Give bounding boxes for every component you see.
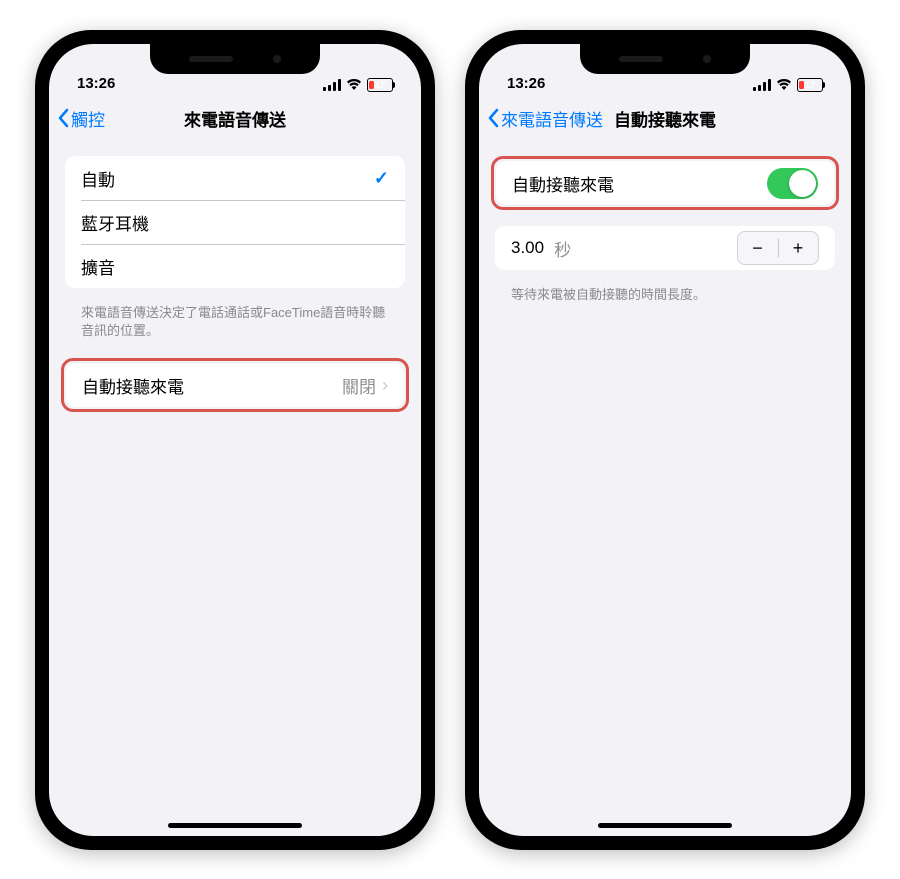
- row-value: 關閉: [342, 373, 376, 398]
- delay-footer: 等待來電被自動接聽的時間長度。: [479, 280, 851, 322]
- row-label: 自動接聽來電: [82, 373, 342, 398]
- highlight-box: 自動接聽來電: [491, 156, 839, 210]
- row-label: 自動接聽來電: [512, 171, 767, 196]
- highlight-box: 自動接聽來電 關閉 ›: [61, 358, 409, 412]
- delay-value: 3.00: [511, 238, 544, 258]
- screen-right: 13:26 17 來電語音傳送: [479, 44, 851, 836]
- wifi-icon: [346, 79, 362, 91]
- chevron-left-icon: [487, 108, 499, 128]
- notch: [580, 44, 750, 74]
- stepper-minus-button[interactable]: −: [738, 232, 778, 264]
- stepper: − +: [737, 231, 820, 265]
- delay-row: 3.00 秒 − +: [495, 226, 835, 270]
- phone-frame-right: 13:26 17 來電語音傳送: [465, 30, 865, 850]
- chevron-left-icon: [57, 108, 69, 128]
- option-label: 擴音: [81, 254, 389, 279]
- back-label: 觸控: [71, 106, 105, 131]
- status-right: 17: [753, 78, 823, 92]
- home-indicator[interactable]: [168, 823, 302, 828]
- option-label: 自動: [81, 166, 374, 191]
- status-right: 17: [323, 78, 393, 92]
- option-auto[interactable]: 自動 ✓: [65, 156, 405, 200]
- toggle-knob: [789, 170, 816, 197]
- content: 自動 ✓ 藍牙耳機 擴音 來電語音傳送決定了電話通話或FaceTime語音時聆聽…: [49, 140, 421, 836]
- cellular-signal-icon: [753, 79, 771, 91]
- battery-icon: 17: [367, 78, 393, 92]
- nav-bar: 觸控 來電語音傳送: [49, 96, 421, 140]
- status-time: 13:26: [507, 75, 545, 92]
- option-bluetooth[interactable]: 藍牙耳機: [65, 200, 405, 244]
- auto-answer-row[interactable]: 自動接聽來電 關閉 ›: [66, 363, 404, 407]
- content: 自動接聽來電 3.00 秒 − +: [479, 140, 851, 836]
- option-label: 藍牙耳機: [81, 210, 389, 235]
- page-title: 來電語音傳送: [184, 106, 286, 131]
- option-speaker[interactable]: 擴音: [65, 244, 405, 288]
- screen-left: 13:26 17 觸控 來電語: [49, 44, 421, 836]
- toggle-switch[interactable]: [767, 168, 818, 199]
- back-button[interactable]: 來電語音傳送: [487, 106, 603, 131]
- auto-answer-toggle-group: 自動接聽來電: [496, 161, 834, 205]
- routing-footer: 來電語音傳送決定了電話通話或FaceTime語音時聆聽音訊的位置。: [49, 298, 421, 358]
- stepper-plus-button[interactable]: +: [778, 232, 818, 264]
- notch: [150, 44, 320, 74]
- home-indicator[interactable]: [598, 823, 732, 828]
- auto-answer-toggle-row[interactable]: 自動接聽來電: [496, 161, 834, 205]
- battery-icon: 17: [797, 78, 823, 92]
- back-button[interactable]: 觸控: [57, 106, 105, 131]
- page-title: 自動接聽來電: [614, 106, 716, 131]
- chevron-right-icon: ›: [382, 375, 388, 396]
- wifi-icon: [776, 79, 792, 91]
- back-label: 來電語音傳送: [501, 106, 603, 131]
- delay-group: 3.00 秒 − +: [495, 226, 835, 270]
- cellular-signal-icon: [323, 79, 341, 91]
- phone-frame-left: 13:26 17 觸控 來電語: [35, 30, 435, 850]
- routing-options-group: 自動 ✓ 藍牙耳機 擴音: [65, 156, 405, 288]
- status-time: 13:26: [77, 75, 115, 92]
- delay-unit: 秒: [554, 236, 571, 261]
- nav-bar: 來電語音傳送 自動接聽來電: [479, 96, 851, 140]
- auto-answer-group: 自動接聽來電 關閉 ›: [66, 363, 404, 407]
- checkmark-icon: ✓: [374, 168, 389, 189]
